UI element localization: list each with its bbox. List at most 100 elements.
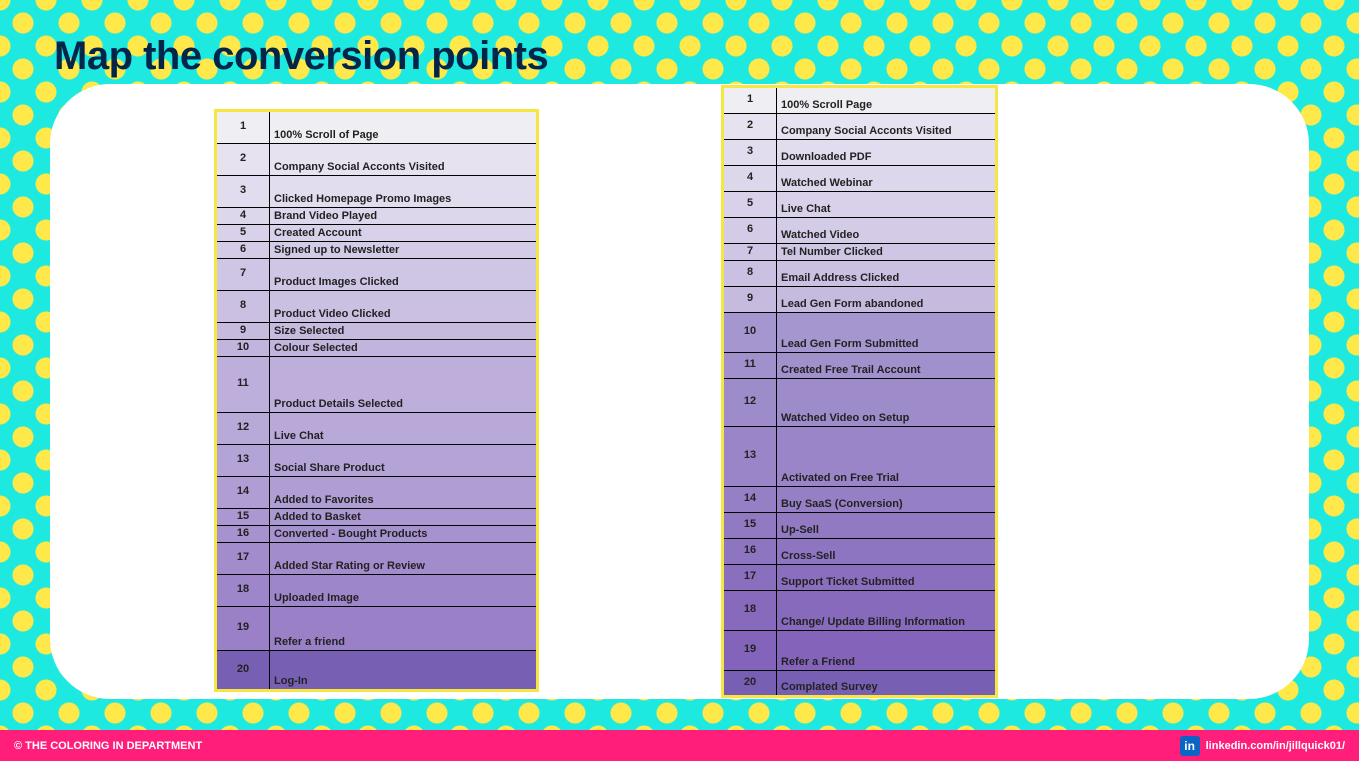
row-number: 8 xyxy=(723,260,777,286)
row-label: Company Social Acconts Visited xyxy=(270,143,538,175)
row-label: Refer a Friend xyxy=(777,630,997,670)
row-number: 4 xyxy=(723,165,777,191)
table-row: 9Size Selected xyxy=(216,322,537,339)
row-label: Live Chat xyxy=(270,412,538,444)
row-number: 15 xyxy=(723,512,777,538)
row-label: Support Ticket Submitted xyxy=(777,564,997,590)
row-number: 18 xyxy=(723,590,777,630)
row-number: 9 xyxy=(723,286,777,312)
table-row: 13Activated on Free Trial xyxy=(723,426,996,486)
row-number: 5 xyxy=(216,224,270,241)
row-number: 10 xyxy=(216,339,270,356)
row-label: Product Video Clicked xyxy=(270,290,538,322)
table-row: 5Created Account xyxy=(216,224,537,241)
row-number: 5 xyxy=(723,191,777,217)
table-row: 10Lead Gen Form Submitted xyxy=(723,312,996,352)
row-number: 2 xyxy=(216,143,270,175)
row-number: 8 xyxy=(216,290,270,322)
table-row: 4Watched Webinar xyxy=(723,165,996,191)
row-label: Live Chat xyxy=(777,191,997,217)
row-label: Watched Video on Setup xyxy=(777,378,997,426)
row-label: Complated Survey xyxy=(777,670,997,696)
table-row: 18Change/ Update Billing Information xyxy=(723,590,996,630)
conversion-table-left: 1100% Scroll of Page2Company Social Acco… xyxy=(215,110,538,691)
row-number: 6 xyxy=(216,241,270,258)
table-row: 18Uploaded Image xyxy=(216,574,537,606)
slide-title: Map the conversion points xyxy=(54,34,548,79)
row-number: 3 xyxy=(723,139,777,165)
row-label: Clicked Homepage Promo Images xyxy=(270,175,538,207)
table-row: 1100% Scroll of Page xyxy=(216,111,537,143)
row-number: 19 xyxy=(216,606,270,650)
row-label: Converted - Bought Products xyxy=(270,525,538,542)
table-row: 17Support Ticket Submitted xyxy=(723,564,996,590)
row-label: Watched Video xyxy=(777,217,997,243)
row-label: Email Address Clicked xyxy=(777,260,997,286)
table-row: 16Cross-Sell xyxy=(723,538,996,564)
table-row: 9Lead Gen Form abandoned xyxy=(723,286,996,312)
row-number: 17 xyxy=(723,564,777,590)
table-row: 14Buy SaaS (Conversion) xyxy=(723,486,996,512)
row-label: Created Account xyxy=(270,224,538,241)
row-label: Refer a friend xyxy=(270,606,538,650)
row-label: Created Free Trail Account xyxy=(777,352,997,378)
row-number: 10 xyxy=(723,312,777,352)
row-number: 14 xyxy=(216,476,270,508)
row-label: Size Selected xyxy=(270,322,538,339)
row-number: 6 xyxy=(723,217,777,243)
row-number: 19 xyxy=(723,630,777,670)
row-number: 7 xyxy=(216,258,270,290)
table-row: 12Watched Video on Setup xyxy=(723,378,996,426)
row-number: 11 xyxy=(723,352,777,378)
row-label: Uploaded Image xyxy=(270,574,538,606)
table-row: 20Complated Survey xyxy=(723,670,996,696)
row-number: 1 xyxy=(723,87,777,113)
row-label: Tel Number Clicked xyxy=(777,243,997,260)
table-row: 11Created Free Trail Account xyxy=(723,352,996,378)
table-row: 6Watched Video xyxy=(723,217,996,243)
row-label: Product Details Selected xyxy=(270,356,538,412)
row-number: 13 xyxy=(216,444,270,476)
row-label: Product Images Clicked xyxy=(270,258,538,290)
table-row: 12Live Chat xyxy=(216,412,537,444)
row-number: 12 xyxy=(216,412,270,444)
footer-copyright: © THE COLORING IN DEPARTMENT xyxy=(14,740,202,752)
table-row: 1100% Scroll Page xyxy=(723,87,996,113)
row-number: 12 xyxy=(723,378,777,426)
linkedin-badge[interactable]: in linkedin.com/in/jillquick01/ xyxy=(1180,736,1345,756)
table-row: 15Up-Sell xyxy=(723,512,996,538)
table-row: 16Converted - Bought Products xyxy=(216,525,537,542)
conversion-table-right: 1100% Scroll Page2Company Social Acconts… xyxy=(722,86,997,697)
table-row: 10Colour Selected xyxy=(216,339,537,356)
row-number: 17 xyxy=(216,542,270,574)
table-row: 5Live Chat xyxy=(723,191,996,217)
table-row: 13Social Share Product xyxy=(216,444,537,476)
table-row: 6Signed up to Newsletter xyxy=(216,241,537,258)
table-row: 11Product Details Selected xyxy=(216,356,537,412)
linkedin-url: linkedin.com/in/jillquick01/ xyxy=(1206,740,1345,752)
row-number: 1 xyxy=(216,111,270,143)
row-label: Activated on Free Trial xyxy=(777,426,997,486)
row-number: 7 xyxy=(723,243,777,260)
row-label: Added to Basket xyxy=(270,508,538,525)
row-label: 100% Scroll of Page xyxy=(270,111,538,143)
row-label: Social Share Product xyxy=(270,444,538,476)
row-number: 2 xyxy=(723,113,777,139)
row-number: 4 xyxy=(216,207,270,224)
row-number: 20 xyxy=(723,670,777,696)
row-label: Up-Sell xyxy=(777,512,997,538)
row-label: Added to Favorites xyxy=(270,476,538,508)
table-row: 7Tel Number Clicked xyxy=(723,243,996,260)
table-row: 17Added Star Rating or Review xyxy=(216,542,537,574)
row-label: 100% Scroll Page xyxy=(777,87,997,113)
row-number: 13 xyxy=(723,426,777,486)
row-label: Added Star Rating or Review xyxy=(270,542,538,574)
row-label: Signed up to Newsletter xyxy=(270,241,538,258)
table-row: 3Clicked Homepage Promo Images xyxy=(216,175,537,207)
row-label: Cross-Sell xyxy=(777,538,997,564)
table-row: 19Refer a friend xyxy=(216,606,537,650)
row-number: 15 xyxy=(216,508,270,525)
row-label: Change/ Update Billing Information xyxy=(777,590,997,630)
table-row: 19Refer a Friend xyxy=(723,630,996,670)
row-label: Company Social Acconts Visited xyxy=(777,113,997,139)
